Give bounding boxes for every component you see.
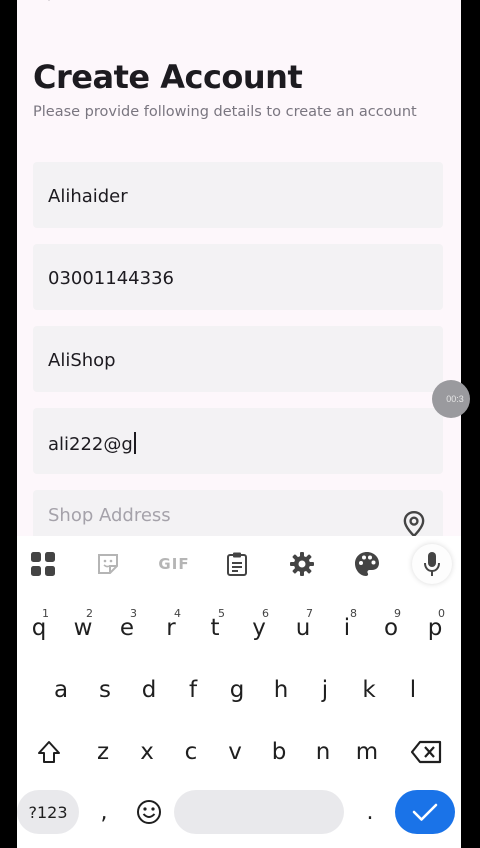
email-field-content: ali222@g: [48, 432, 136, 455]
email-field[interactable]: ali222@g: [33, 408, 443, 474]
text-caret: [133, 432, 136, 454]
key-f[interactable]: f: [173, 666, 213, 714]
name-field-value: Alihaider: [48, 186, 128, 207]
phone-field-value: 03001144336: [48, 268, 174, 289]
key-w[interactable]: w2: [63, 604, 103, 652]
key-label: n: [315, 739, 331, 765]
screen-recorder-bubble[interactable]: 00:3: [432, 380, 470, 418]
on-screen-keyboard: GIF ?123 , . q 1 w 2 e 3 r 4 t 5 y 6 u 7…: [17, 536, 461, 848]
key-c[interactable]: c: [171, 728, 211, 776]
key-h[interactable]: h: [261, 666, 301, 714]
key-label: d: [141, 677, 157, 703]
key-x[interactable]: x: [127, 728, 167, 776]
key-p[interactable]: p0: [415, 604, 455, 652]
key-e[interactable]: e3: [107, 604, 147, 652]
microphone-icon: [424, 552, 440, 576]
phone-field[interactable]: 03001144336: [33, 244, 443, 310]
key-t[interactable]: t5: [195, 604, 235, 652]
comma-key[interactable]: ,: [84, 788, 124, 836]
key-label: h: [273, 677, 289, 703]
key-a[interactable]: a: [41, 666, 81, 714]
page-subtitle: Please provide following details to crea…: [33, 104, 417, 120]
key-s[interactable]: s: [85, 666, 125, 714]
key-hint: 1: [42, 607, 49, 620]
backspace-key[interactable]: [403, 728, 451, 776]
key-hint: 9: [394, 607, 401, 620]
key-label: x: [140, 739, 154, 765]
key-label: b: [271, 739, 287, 765]
key-q[interactable]: q1: [19, 604, 59, 652]
key-l[interactable]: l: [393, 666, 433, 714]
enter-key[interactable]: [395, 790, 455, 834]
key-hint: 6: [262, 607, 269, 620]
key-r[interactable]: r4: [151, 604, 191, 652]
key-k[interactable]: k: [349, 666, 389, 714]
clipboard-icon[interactable]: [223, 550, 251, 578]
key-hint: 3: [130, 607, 137, 620]
palette-icon[interactable]: [353, 550, 381, 578]
key-hint: 5: [218, 607, 225, 620]
shift-key[interactable]: [27, 728, 71, 776]
back-arrow-icon[interactable]: [39, 0, 63, 10]
shop-name-field-value: AliShop: [48, 350, 116, 371]
key-n[interactable]: n: [303, 728, 343, 776]
key-b[interactable]: b: [259, 728, 299, 776]
microphone-button[interactable]: [412, 544, 452, 584]
key-hint: 7: [306, 607, 313, 620]
key-label: k: [362, 677, 376, 703]
key-m[interactable]: m: [347, 728, 387, 776]
sticker-icon[interactable]: [94, 550, 122, 578]
apps-grid-icon[interactable]: [29, 550, 57, 578]
create-account-screen: Create Account Please provide following …: [17, 0, 461, 848]
key-hint: 8: [350, 607, 357, 620]
emoji-smile-icon: [137, 800, 161, 824]
key-label: f: [188, 677, 198, 703]
key-hint: 0: [438, 607, 445, 620]
key-label: j: [321, 677, 329, 703]
key-v[interactable]: v: [215, 728, 255, 776]
space-bar[interactable]: [174, 790, 344, 834]
emoji-key[interactable]: [132, 790, 166, 834]
checkmark-icon: [412, 803, 438, 821]
shop-name-field[interactable]: AliShop: [33, 326, 443, 392]
key-label: s: [99, 677, 111, 703]
key-u[interactable]: u7: [283, 604, 323, 652]
location-pin-icon[interactable]: [401, 510, 427, 538]
key-label: z: [96, 739, 110, 765]
key-label: v: [228, 739, 242, 765]
key-z[interactable]: z: [83, 728, 123, 776]
key-y[interactable]: y6: [239, 604, 279, 652]
key-d[interactable]: d: [129, 666, 169, 714]
key-label: m: [355, 739, 379, 765]
gif-icon[interactable]: GIF: [157, 550, 191, 578]
key-hint: 2: [86, 607, 93, 620]
backspace-icon: [411, 740, 442, 764]
key-label: c: [184, 739, 198, 765]
key-g[interactable]: g: [217, 666, 257, 714]
symbols-key[interactable]: ?123: [17, 790, 79, 834]
shift-arrow-icon: [38, 741, 60, 763]
name-field[interactable]: Alihaider: [33, 162, 443, 228]
key-hint: 4: [174, 607, 181, 620]
key-o[interactable]: o9: [371, 604, 411, 652]
recorder-time: 00:3: [446, 394, 464, 404]
key-label: g: [229, 677, 245, 703]
shop-address-placeholder: Shop Address: [48, 505, 171, 526]
key-j[interactable]: j: [305, 666, 345, 714]
email-field-value: ali222@g: [48, 434, 133, 455]
settings-gear-icon[interactable]: [288, 550, 316, 578]
key-i[interactable]: i8: [327, 604, 367, 652]
key-label: a: [53, 677, 69, 703]
period-key[interactable]: .: [350, 788, 390, 836]
key-label: l: [409, 677, 417, 703]
page-title: Create Account: [33, 58, 303, 96]
